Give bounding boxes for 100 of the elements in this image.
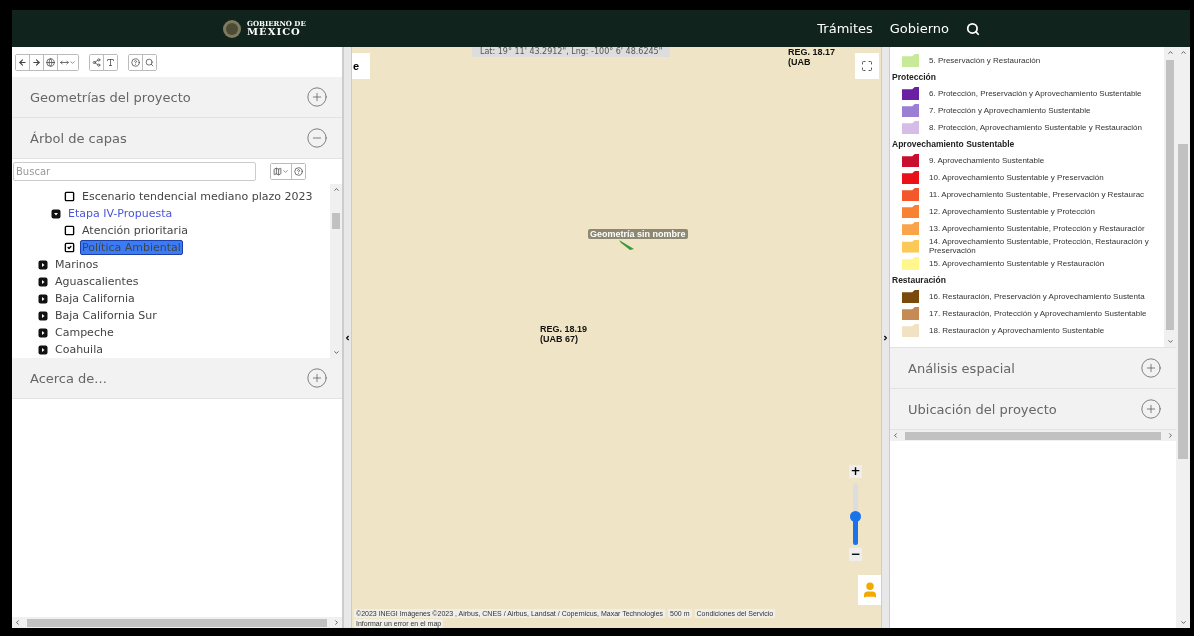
legend-label: 14. Aprovechamiento Sustentable, Protección, Restauración y Preservación bbox=[929, 237, 1150, 255]
nav-link[interactable]: Gobierno bbox=[889, 21, 949, 36]
share-button[interactable] bbox=[90, 54, 104, 70]
legend-label: 18. Restauración y Aprovechamiento Sustentable bbox=[929, 326, 1106, 335]
text-icon bbox=[106, 57, 115, 67]
search-button[interactable] bbox=[143, 54, 156, 70]
scrollbar[interactable] bbox=[330, 184, 342, 358]
tree-folder[interactable]: Campeche bbox=[53, 325, 116, 340]
legend-heading: Protección bbox=[891, 71, 937, 84]
share-icon bbox=[92, 57, 101, 67]
fullscreen-icon bbox=[861, 60, 873, 72]
legend-label: 12. Aprovechamiento Sustentable y Protección bbox=[929, 207, 1096, 216]
fullscreen-button[interactable] bbox=[855, 53, 879, 79]
legend-label: 5. Preservación y Restauración bbox=[929, 56, 1042, 65]
scroll-thumb[interactable] bbox=[332, 213, 340, 229]
caret-icon bbox=[69, 58, 76, 66]
region-label: REG. 18.19 bbox=[540, 324, 588, 334]
scroll-down-icon[interactable] bbox=[1166, 338, 1174, 345]
zoom-out-button[interactable]: − bbox=[849, 548, 862, 561]
scroll-thumb[interactable] bbox=[1178, 144, 1188, 459]
logo-text: MÉXICO bbox=[247, 27, 302, 37]
scroll-left-icon[interactable] bbox=[14, 619, 21, 626]
scrollbar[interactable] bbox=[1164, 47, 1176, 347]
geometry-label: Geometría sin nombre bbox=[588, 229, 688, 239]
region-label: (UAB bbox=[788, 57, 812, 67]
back-button[interactable] bbox=[16, 54, 30, 70]
zoom-slider[interactable] bbox=[853, 483, 858, 545]
expand-icon[interactable] bbox=[38, 259, 48, 270]
text-button[interactable] bbox=[104, 54, 117, 70]
tree-layer[interactable]: Escenario tendencial mediano plazo 2023 bbox=[80, 189, 315, 204]
tree-folder[interactable]: Marinos bbox=[53, 257, 101, 272]
scrollbar[interactable] bbox=[12, 617, 342, 628]
globe-icon bbox=[46, 57, 55, 67]
scroll-thumb[interactable] bbox=[27, 618, 327, 627]
region-label: (UAB 67) bbox=[540, 334, 579, 344]
legend-label: 17. Restauración, Protección y Aprovechamiento Sustentable bbox=[929, 309, 1148, 318]
help-icon bbox=[294, 167, 303, 176]
legend-label: 13. Aprovechamiento Sustentable, Protección y Restauraciór bbox=[929, 224, 1146, 233]
scroll-down-icon[interactable] bbox=[1179, 619, 1187, 626]
scroll-down-icon[interactable] bbox=[332, 349, 340, 356]
scrollbar[interactable] bbox=[1176, 47, 1190, 628]
scroll-right-icon[interactable] bbox=[1167, 432, 1174, 439]
accordion-header[interactable]: Acerca de... bbox=[12, 358, 342, 399]
tree-folder[interactable]: Etapa IV-Propuesta bbox=[66, 206, 175, 221]
search-icon[interactable] bbox=[966, 21, 980, 36]
checked-checkbox-icon[interactable] bbox=[64, 242, 75, 253]
section-title: Acerca de... bbox=[30, 370, 107, 386]
legend-label: 10. Aprovechamiento Sustentable y Preservación bbox=[929, 173, 1105, 182]
checkbox-icon[interactable] bbox=[64, 191, 75, 202]
expand-icon[interactable] bbox=[38, 327, 48, 338]
map-control[interactable]: e bbox=[352, 53, 370, 79]
tree-folder[interactable]: Coahuila bbox=[53, 342, 105, 357]
expand-icon[interactable] bbox=[38, 310, 48, 321]
tree-folder[interactable]: Baja California Sur bbox=[53, 308, 159, 323]
legend-label: 9. Aprovechamiento Sustentable bbox=[929, 156, 1046, 165]
accordion-header[interactable]: Ubicación del proyecto bbox=[890, 389, 1176, 430]
accordion-header[interactable]: Análisis espacial bbox=[890, 348, 1176, 389]
measure-button[interactable] bbox=[58, 54, 78, 70]
forward-button[interactable] bbox=[30, 54, 44, 70]
expand-icon[interactable] bbox=[38, 344, 48, 355]
arrow-right-icon bbox=[32, 57, 41, 67]
scroll-up-icon[interactable] bbox=[332, 186, 340, 193]
tree-layer[interactable]: Atención prioritaria bbox=[80, 223, 190, 238]
scrollbar[interactable] bbox=[890, 430, 1176, 441]
scroll-thumb[interactable] bbox=[1166, 60, 1174, 330]
scroll-thumb[interactable] bbox=[905, 431, 1161, 440]
street-view-button[interactable] bbox=[858, 575, 881, 605]
legend-label: 11. Aprovechamiento Sustentable, Preservación y Restaurac bbox=[929, 190, 1146, 199]
help-button[interactable] bbox=[292, 164, 305, 179]
legend-heading: Aprovechamiento Sustentable bbox=[891, 138, 1016, 151]
zoom-handle[interactable] bbox=[850, 511, 861, 523]
legend-heading: Restauración bbox=[891, 274, 947, 287]
search-field[interactable]: Buscar bbox=[13, 162, 256, 181]
legend-label: 16. Restauración, Preservación y Aprovechamiento Sustenta bbox=[929, 292, 1146, 301]
collapse-icon[interactable] bbox=[51, 208, 61, 219]
expand-icon[interactable] bbox=[38, 276, 48, 287]
basemap-button[interactable] bbox=[271, 164, 292, 179]
help-button[interactable] bbox=[129, 54, 143, 70]
accordion-header[interactable]: Árbol de capas bbox=[12, 118, 342, 159]
arrow-left-icon bbox=[18, 57, 27, 67]
section-title: Geometrías del proyecto bbox=[30, 89, 191, 105]
section-title: Árbol de capas bbox=[30, 130, 127, 146]
expand-icon[interactable] bbox=[38, 293, 48, 304]
legend-label: 6. Protección, Preservación y Aprovechamiento Sustentable bbox=[929, 89, 1143, 98]
legend-label: 7. Protección y Aprovechamiento Sustentable bbox=[929, 106, 1092, 115]
nav-link[interactable]: Trámites bbox=[817, 21, 873, 36]
scroll-left-icon[interactable] bbox=[892, 432, 899, 439]
tree-folder[interactable]: Aguascalientes bbox=[53, 274, 141, 289]
coordinates-readout: Lat: 19° 11' 43.2912", Lng: -100° 6' 48.6245" bbox=[472, 47, 671, 57]
accordion-header[interactable]: Geometrías del proyecto bbox=[12, 77, 342, 118]
caret-icon bbox=[282, 168, 289, 175]
horizontal-arrow-icon bbox=[60, 57, 69, 67]
checkbox-icon[interactable] bbox=[64, 225, 75, 236]
zoom-in-button[interactable]: + bbox=[849, 465, 862, 478]
tree-folder[interactable]: Baja California bbox=[53, 291, 137, 306]
legend-label: 8. Protección, Aprovechamiento Sustentable y Restauración bbox=[929, 123, 1143, 132]
scroll-right-icon[interactable] bbox=[333, 619, 340, 626]
globe-button[interactable] bbox=[44, 54, 58, 70]
region-label: REG. 18.17 bbox=[788, 47, 836, 57]
help-icon bbox=[131, 57, 140, 67]
